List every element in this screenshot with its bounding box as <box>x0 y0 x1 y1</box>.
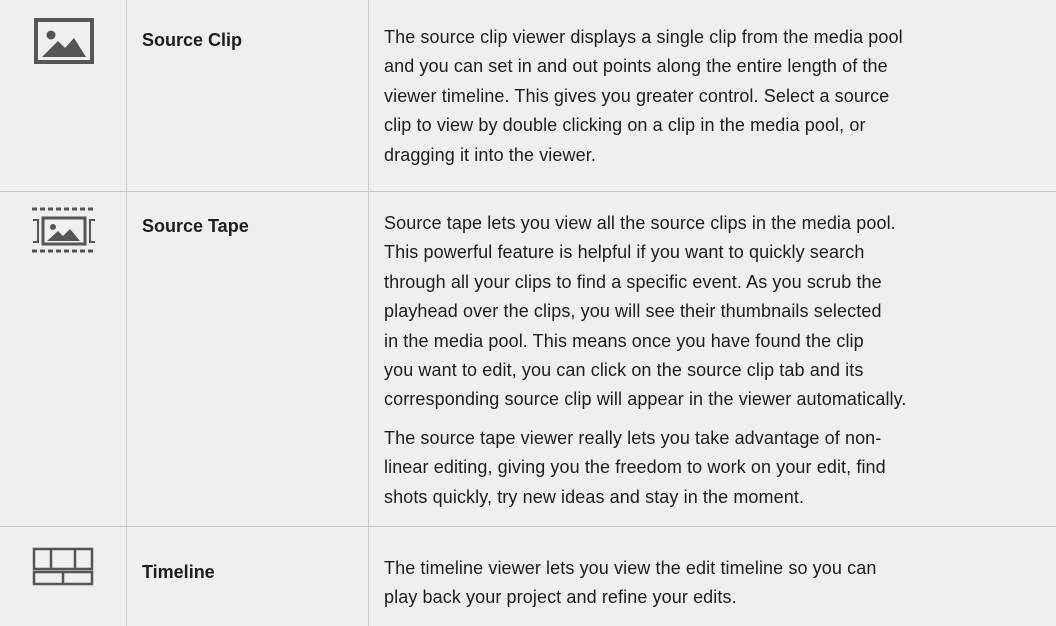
description-paragraph: The source tape viewer really lets you t… <box>384 427 886 507</box>
row-description: The timeline viewer lets you view the ed… <box>384 554 1049 613</box>
table-row: Source Clip The source clip viewer displ… <box>0 0 1056 191</box>
row-description: Source tape lets you view all the source… <box>384 209 1049 512</box>
row-description: The source clip viewer displays a single… <box>384 23 1049 170</box>
table-row: Timeline The timeline viewer lets you vi… <box>0 527 1056 626</box>
description-paragraph: The timeline viewer lets you view the ed… <box>384 558 877 608</box>
row-title: Source Tape <box>142 216 249 236</box>
table-row: Source Tape Source tape lets you view al… <box>0 192 1056 526</box>
viewer-modes-table: Source Clip The source clip viewer displ… <box>0 0 1056 626</box>
description-paragraph: Source tape lets you view all the source… <box>384 213 907 410</box>
row-title: Timeline <box>142 562 215 582</box>
description-paragraph: The source clip viewer displays a single… <box>384 27 903 165</box>
row-title: Source Clip <box>142 30 243 50</box>
